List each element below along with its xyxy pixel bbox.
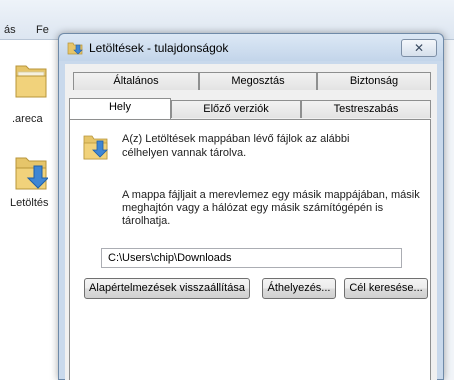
- tab-security[interactable]: Biztonság: [317, 72, 431, 90]
- dialog-client: Általános Megosztás Biztonság Hely Előző…: [65, 64, 437, 380]
- tab-previous-versions[interactable]: Előző verziók: [171, 100, 301, 118]
- tab-sharing[interactable]: Megosztás: [199, 72, 317, 90]
- properties-dialog: Letöltések - tulajdonságok ✕ Általános M…: [58, 33, 444, 380]
- move-info-line: tárolhatja.: [122, 215, 171, 227]
- tab-customize[interactable]: Testreszabás: [301, 100, 431, 118]
- close-button[interactable]: ✕: [401, 39, 437, 57]
- move-info-line: A mappa fájljait a merevlemez egy másik …: [122, 189, 420, 201]
- move-info-line: meghajtón vagy a hálózat egy másik számí…: [122, 202, 384, 214]
- menu-item-partial[interactable]: ás: [4, 24, 16, 36]
- restore-default-button[interactable]: Alapértelmezések visszaállítása: [84, 278, 250, 299]
- folder-label[interactable]: .areca: [12, 113, 43, 125]
- dialog-titlebar[interactable]: Letöltések - tulajdonságok ✕: [59, 34, 443, 61]
- file-list-pane: .areca Letöltés: [0, 40, 60, 380]
- menu-item-partial[interactable]: Fe: [36, 24, 49, 36]
- tab-general[interactable]: Általános: [73, 72, 199, 90]
- tab-location[interactable]: Hely: [69, 98, 171, 119]
- location-tab-panel: A(z) Letöltések mappában lévő fájlok az …: [69, 119, 431, 380]
- description-line: A(z) Letöltések mappában lévő fájlok az …: [122, 133, 350, 145]
- dialog-title: Letöltések - tulajdonságok: [89, 41, 229, 55]
- folder-label[interactable]: Letöltés: [10, 197, 49, 209]
- downloads-folder-icon[interactable]: [14, 152, 48, 192]
- downloads-folder-icon: [83, 135, 108, 160]
- description-line: célhelyen vannak tárolva.: [122, 147, 247, 159]
- location-path-field[interactable]: C:\Users\chip\Downloads: [101, 248, 402, 268]
- downloads-folder-icon: [67, 42, 83, 55]
- move-button[interactable]: Áthelyezés...: [262, 278, 336, 299]
- find-target-button[interactable]: Cél keresése...: [344, 278, 428, 299]
- folder-icon[interactable]: [14, 60, 48, 100]
